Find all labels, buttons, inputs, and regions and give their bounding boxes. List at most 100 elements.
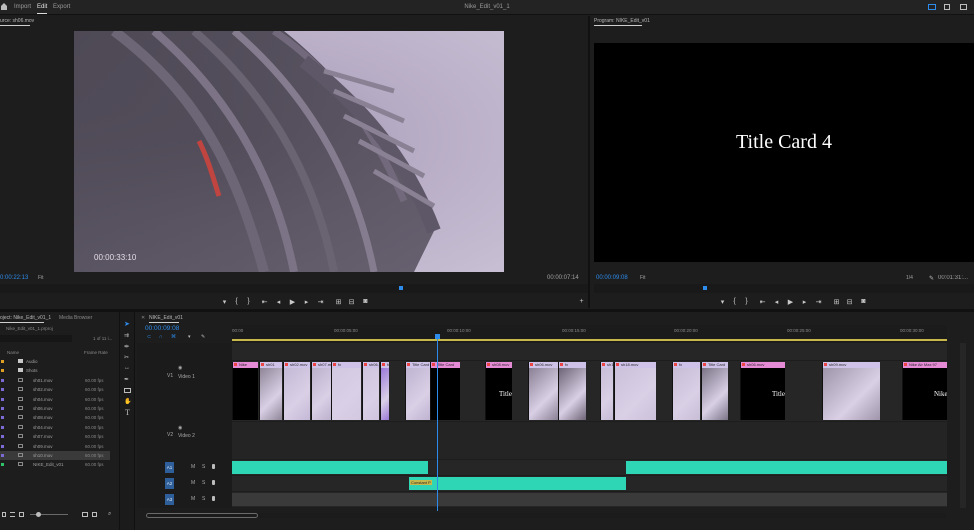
timeline-vertical-scrollbar[interactable] xyxy=(960,343,966,508)
title-clip[interactable]: sh08.mov Title xyxy=(485,362,512,420)
video-clip[interactable]: Title Card 4 xyxy=(405,362,430,420)
a1-mute[interactable]: M xyxy=(191,464,195,470)
timeline-settings-icon[interactable]: ✎ xyxy=(201,334,205,340)
audio-clip-a1-left[interactable] xyxy=(232,461,428,474)
a3-target[interactable]: A3 xyxy=(165,494,174,505)
title-clip[interactable]: Title Card xyxy=(430,362,460,420)
program-marker-icon[interactable]: ▾ xyxy=(718,298,727,306)
v2-track-label[interactable]: V2 xyxy=(167,432,173,438)
fullscreen-icon[interactable] xyxy=(960,4,967,10)
find-icon[interactable]: ⌕ xyxy=(108,511,111,518)
workspace-icon[interactable] xyxy=(928,4,936,10)
program-step-forward-icon[interactable]: ▸ xyxy=(800,298,809,306)
v1-track-label[interactable]: V1 xyxy=(167,373,173,379)
new-item-icon[interactable] xyxy=(92,512,97,517)
extract-icon[interactable]: ⊟ xyxy=(845,298,854,306)
project-item[interactable]: Shots xyxy=(0,366,110,375)
video-clip[interactable]: sh06.mov xyxy=(528,362,558,420)
a2-mute[interactable]: M xyxy=(191,480,195,486)
step-back-icon[interactable]: ◂ xyxy=(274,298,283,306)
icon-view-icon[interactable] xyxy=(19,512,24,517)
project-tab[interactable]: oject: Nike_Edit_v01_1 xyxy=(0,315,51,321)
v2-toggle-output-icon[interactable]: ◉ xyxy=(178,425,182,431)
lock-icon[interactable] xyxy=(2,512,6,517)
hand-tool-icon[interactable]: ✋ xyxy=(124,398,131,405)
program-play-icon[interactable]: ▶ xyxy=(786,298,795,306)
project-item[interactable]: sh04.mov 60.00 fps xyxy=(0,423,110,432)
timeline-timecode[interactable]: 00:00:09:08 xyxy=(145,325,179,332)
v1-toggle-output-icon[interactable]: ◉ xyxy=(178,365,182,371)
project-item[interactable]: sh07.mov 60.00 fps xyxy=(0,432,110,441)
project-item[interactable]: Audio xyxy=(0,357,110,366)
a1-solo[interactable]: S xyxy=(202,464,205,470)
rectangle-tool-icon[interactable] xyxy=(124,388,131,393)
a3-mute[interactable]: M xyxy=(191,496,195,502)
pen-tool-icon[interactable]: ✒ xyxy=(124,376,129,383)
source-add-button-icon[interactable]: + xyxy=(577,298,586,305)
video-clip[interactable]: Title Card xyxy=(701,362,728,420)
work-area-bar[interactable] xyxy=(232,339,947,341)
timeline-tab-close-icon[interactable]: ✕ xyxy=(141,315,145,321)
project-search-input[interactable] xyxy=(0,335,72,342)
project-item[interactable]: NIKE_Edit_v01 60.00 fps xyxy=(0,460,110,469)
source-monitor-tab[interactable]: urce: sh06.mov xyxy=(0,18,34,24)
overwrite-icon[interactable]: ⊟ xyxy=(347,298,356,306)
audio-clip-a2[interactable] xyxy=(409,477,626,490)
a3-mic-icon[interactable] xyxy=(212,496,215,501)
video-clip[interactable]: sh06.mov xyxy=(362,362,379,420)
video-clip[interactable]: sh18.mov xyxy=(614,362,656,420)
audio-clip-a1-right[interactable] xyxy=(626,461,947,474)
go-to-in-icon[interactable]: ⇤ xyxy=(260,298,269,306)
video-clip[interactable]: sh07.mov xyxy=(311,362,331,420)
slip-tool-icon[interactable]: ↔ xyxy=(124,365,130,371)
timeline-scroll-handle[interactable] xyxy=(146,513,258,518)
title-clip[interactable]: Nike xyxy=(232,362,258,420)
program-playhead[interactable] xyxy=(703,286,707,290)
a3-solo[interactable]: S xyxy=(202,496,205,502)
program-fit-select[interactable]: Fit xyxy=(640,275,646,281)
video-clip[interactable]: sh11.mov [97%] xyxy=(600,362,613,420)
program-scrub-bar[interactable] xyxy=(594,284,974,293)
insert-icon[interactable]: ⊞ xyxy=(334,298,343,306)
nest-icon[interactable]: ⊂ xyxy=(147,334,151,340)
razor-tool-icon[interactable]: ✂ xyxy=(124,354,129,361)
a2-solo[interactable]: S xyxy=(202,480,205,486)
title-clip[interactable]: Nike Air Max 97 Nike xyxy=(902,362,947,420)
program-in-point-icon[interactable]: { xyxy=(730,298,739,305)
share-icon[interactable] xyxy=(944,4,950,10)
media-browser-tab[interactable]: Media Browser xyxy=(59,315,92,321)
snap-icon[interactable]: ∩ xyxy=(159,334,163,340)
a2-target[interactable]: A2 xyxy=(165,478,174,489)
project-item[interactable]: sh08.mov 60.00 fps xyxy=(0,413,110,422)
timeline-horizontal-scrollbar[interactable] xyxy=(146,513,946,518)
new-bin-icon[interactable] xyxy=(82,512,88,517)
audio-clip-a3[interactable] xyxy=(232,493,947,506)
play-icon[interactable]: ▶ xyxy=(288,298,297,306)
linked-selection-icon[interactable]: ⌘ xyxy=(171,334,176,340)
track-select-tool-icon[interactable]: ⇉ xyxy=(124,332,129,339)
source-playhead[interactable] xyxy=(399,286,403,290)
timeline-tab[interactable]: NIKE_Edit_v01 xyxy=(149,315,183,321)
program-monitor-tab[interactable]: Program: NIKE_Edit_v01 xyxy=(594,18,650,24)
selection-tool-icon[interactable]: ➤ xyxy=(124,320,130,328)
list-view-icon[interactable] xyxy=(10,512,15,517)
program-step-back-icon[interactable]: ◂ xyxy=(772,298,781,306)
a1-mic-icon[interactable] xyxy=(212,464,215,469)
audio-transition-label[interactable]: Constant P xyxy=(410,480,432,485)
ripple-edit-tool-icon[interactable]: ⇹ xyxy=(124,343,129,350)
program-current-timecode[interactable]: 00:00:09:08 xyxy=(596,275,628,281)
project-item[interactable]: sh09.mov 60.00 fps xyxy=(0,442,110,451)
project-col-frame-rate[interactable]: Frame Rate xyxy=(84,350,108,355)
source-scrub-bar[interactable] xyxy=(0,284,588,293)
in-point-icon[interactable]: { xyxy=(232,298,241,305)
video-clip[interactable]: fx xyxy=(331,362,361,420)
video-clip[interactable]: sh09.mov xyxy=(822,362,880,420)
video-clip[interactable]: sh01 xyxy=(259,362,282,420)
program-go-to-out-icon[interactable]: ⇥ xyxy=(814,298,823,306)
add-marker-icon[interactable]: ▾ xyxy=(188,334,191,340)
type-tool-icon[interactable]: T xyxy=(125,408,130,417)
project-item[interactable]: sh02.mov 60.00 fps xyxy=(0,385,110,394)
source-current-timecode[interactable]: 0:00:22:13 xyxy=(0,275,28,281)
title-clip[interactable]: sh06.mov Title xyxy=(740,362,785,420)
source-fit-select[interactable]: Fit xyxy=(38,275,44,281)
